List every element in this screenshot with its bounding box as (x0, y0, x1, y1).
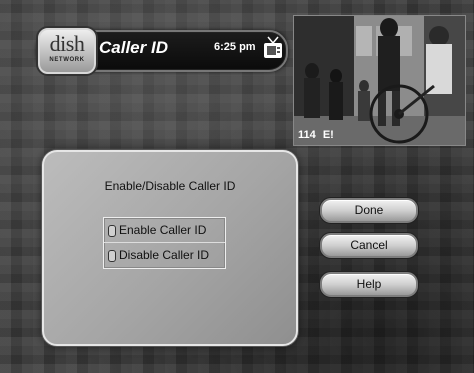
logo-word: dish (49, 31, 85, 56)
clock-time: 6:25 pm (214, 41, 256, 53)
live-tv-preview: 114 E! (293, 15, 466, 146)
caller-id-dialog: Enable/Disable Caller ID Enable Caller I… (42, 150, 298, 346)
channel-name: E! (322, 129, 334, 141)
disable-caller-id-option[interactable]: Disable Caller ID (104, 243, 225, 267)
radio-icon (108, 225, 116, 237)
channel-info: 114 E! (298, 129, 334, 141)
radio-icon (108, 250, 116, 262)
logo-subtext: NETWORK (49, 57, 85, 63)
help-button[interactable]: Help (320, 272, 418, 297)
done-button[interactable]: Done (320, 198, 418, 223)
tv-icon (264, 36, 282, 58)
enable-caller-id-option[interactable]: Enable Caller ID (104, 218, 225, 243)
enable-caller-id-label: Enable Caller ID (119, 223, 207, 237)
channel-number: 114 (298, 129, 316, 141)
page-title: Caller ID (99, 38, 168, 57)
disable-caller-id-label: Disable Caller ID (119, 248, 210, 262)
cancel-button[interactable]: Cancel (320, 233, 418, 258)
tv-preview-image (294, 16, 465, 145)
dialog-title: Enable/Disable Caller ID (104, 179, 236, 193)
dish-network-logo: dish NETWORK (38, 28, 96, 74)
caller-id-option-group: Enable Caller ID Disable Caller ID (103, 217, 226, 269)
